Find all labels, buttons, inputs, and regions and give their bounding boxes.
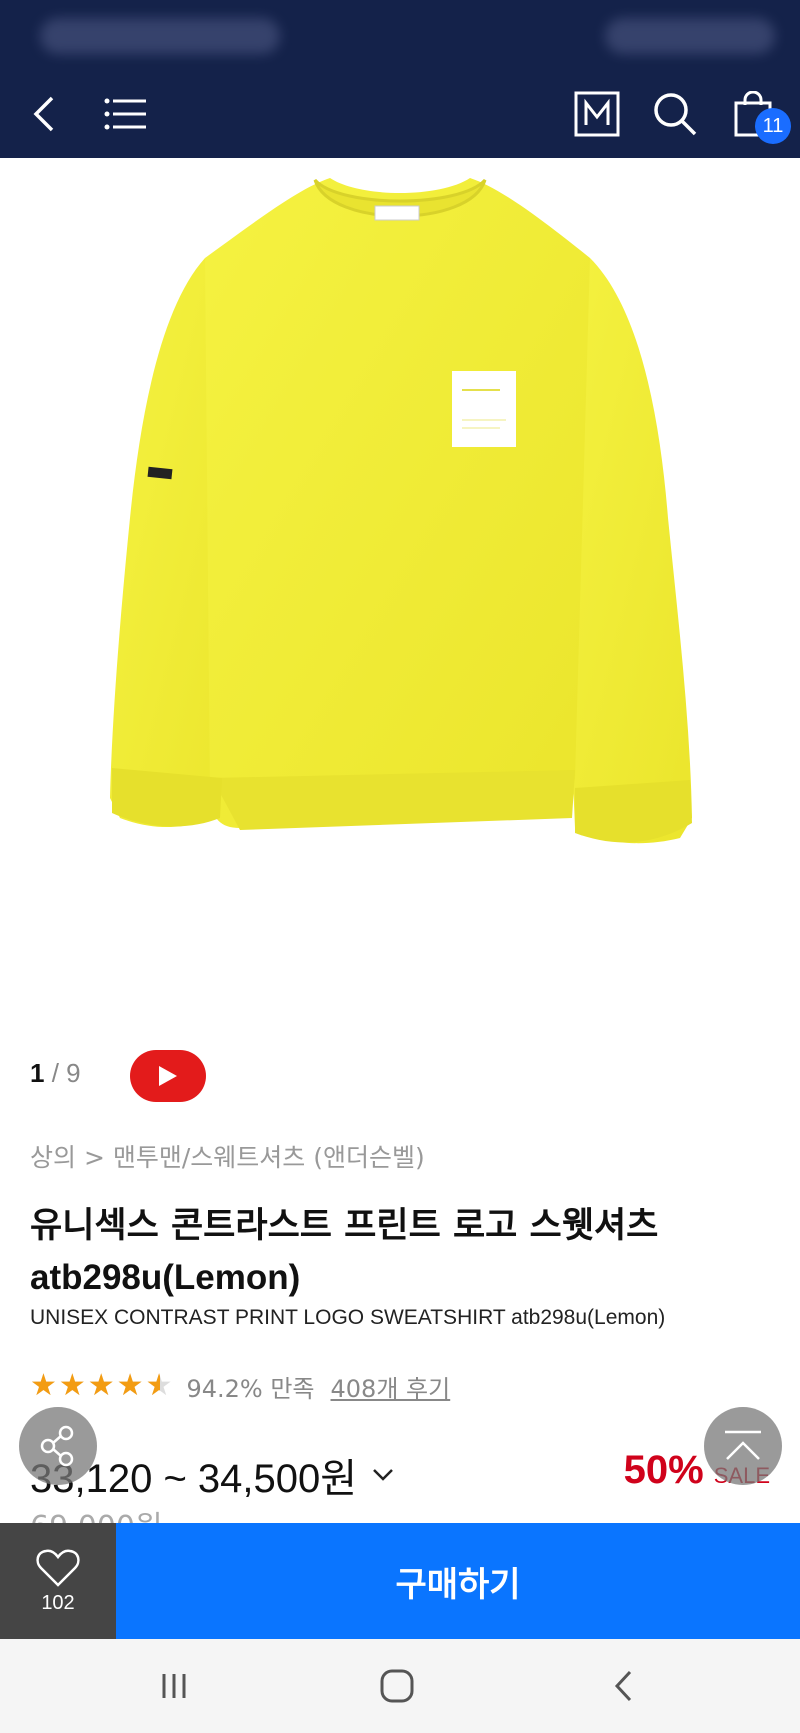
yellow-sweatshirt-image (110, 178, 692, 844)
like-button[interactable]: 102 (0, 1523, 116, 1639)
share-icon (40, 1425, 74, 1467)
share-button[interactable] (19, 1407, 97, 1485)
video-play-button[interactable] (130, 1050, 206, 1102)
top-header: 11 (0, 70, 800, 158)
reviews-link[interactable]: 408개 후기 (331, 1369, 451, 1404)
bottom-action-bar: 102 구매하기 (0, 1523, 800, 1639)
cart-count-badge: 11 (755, 108, 791, 144)
price-row: 33,120 ~ 34,500원 50% SALE (30, 1446, 770, 1506)
hamburger-icon (104, 98, 146, 130)
arrow-up-icon (725, 1430, 761, 1460)
pager-total: 9 (66, 1058, 81, 1088)
heart-icon (36, 1549, 80, 1587)
product-title-korean: 유니섹스 콘트라스트 프린트 로고 스웻셔츠 atb298u(Lemon) (30, 1200, 770, 1304)
home-icon (380, 1669, 414, 1703)
chevron-left-icon (33, 96, 54, 132)
product-image[interactable] (0, 158, 800, 1008)
search-button[interactable] (645, 84, 705, 144)
original-price: 69,000원 (30, 1508, 163, 1524)
stars-filled: ★★★★★ (30, 1368, 160, 1403)
rating-row: ★★★★★ ★★★★★ 94.2% 만족 408개 후기 (30, 1368, 450, 1404)
pager-separator: / (51, 1058, 59, 1088)
menu-button[interactable] (96, 84, 156, 144)
system-nav-bar (0, 1639, 800, 1733)
home-button[interactable] (367, 1661, 427, 1711)
buy-button[interactable]: 구매하기 (116, 1523, 800, 1639)
status-blur-left (40, 18, 280, 54)
star-rating: ★★★★★ ★★★★★ (30, 1368, 174, 1404)
status-bar (0, 0, 800, 70)
back-icon (614, 1670, 632, 1702)
m-logo-icon (574, 91, 620, 137)
title-line-2: atb298u(Lemon) (30, 1258, 301, 1297)
like-count: 102 (41, 1591, 75, 1614)
nav-back-button[interactable] (594, 1661, 654, 1711)
title-line-1: 유니섹스 콘트라스트 프린트 로고 스웻셔츠 (30, 1206, 659, 1246)
discount-percent: 50% (623, 1448, 704, 1492)
status-blur-right (605, 18, 775, 54)
recents-icon (162, 1674, 186, 1698)
back-button[interactable] (15, 84, 75, 144)
pager-current: 1 (30, 1058, 45, 1088)
image-pager: 1 / 9 (30, 1058, 81, 1089)
cart-button[interactable]: 11 (723, 84, 791, 144)
search-icon (654, 93, 697, 136)
play-icon (159, 1066, 177, 1086)
scroll-top-button[interactable] (704, 1407, 782, 1485)
m-logo-button[interactable] (567, 84, 627, 144)
chevron-down-icon (373, 1469, 393, 1481)
satisfaction-rate: 94.2% 만족 (186, 1374, 315, 1403)
product-title-english: UNISEX CONTRAST PRINT LOGO SWEATSHIRT at… (30, 1306, 666, 1329)
recents-button[interactable] (144, 1661, 204, 1711)
breadcrumb[interactable]: 상의 > 맨투맨/스웨트셔츠 (앤더슨벨) (30, 1138, 425, 1174)
